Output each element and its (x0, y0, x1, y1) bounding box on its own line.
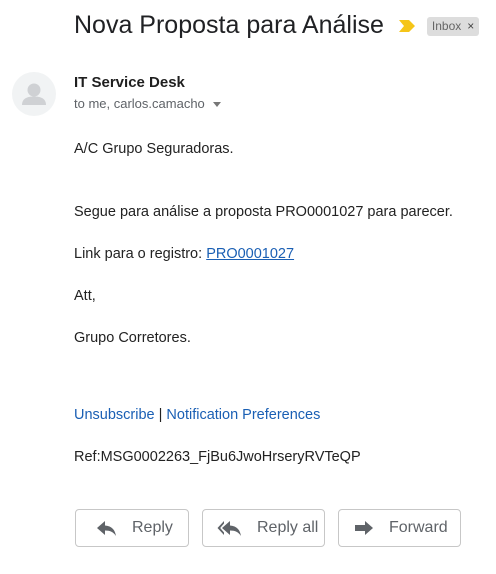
body-signature: Grupo Corretores. (74, 330, 191, 346)
email-subject: Nova Proposta para Análise (74, 11, 384, 39)
footer-links: Unsubscribe | Notification Preferences (74, 406, 320, 424)
body-closing: Att, (74, 288, 96, 304)
forward-button[interactable]: Forward (338, 509, 461, 547)
reply-arrow-icon (96, 519, 118, 537)
reply-all-button[interactable]: Reply all (202, 509, 325, 547)
reply-all-label: Reply all (257, 519, 319, 536)
remove-label-icon[interactable]: × (467, 19, 474, 33)
sender-name: IT Service Desk (74, 74, 185, 91)
reply-all-arrow-icon (217, 519, 243, 537)
message-reference: Ref:MSG0002263_FjBu6JwoHrseryRVTeQP (74, 449, 361, 465)
forward-label: Forward (389, 519, 448, 536)
body-greeting: A/C Grupo Seguradoras. (74, 141, 234, 157)
inbox-label-chip: Inbox × (426, 16, 480, 36)
email-view: Nova Proposta para Análise Inbox × IT Se… (0, 0, 496, 574)
body-link-line: Link para o registro: PRO0001027 (74, 245, 294, 263)
link-prefix: Link para o registro: (74, 246, 207, 262)
show-details-chevron-down-icon[interactable] (212, 101, 221, 107)
body-intro: Segue para análise a proposta PRO0001027… (74, 204, 453, 220)
subject-row: Nova Proposta para Análise Inbox × (74, 8, 480, 42)
inbox-label-text: Inbox (431, 19, 462, 33)
unsubscribe-link[interactable]: Unsubscribe (74, 407, 155, 423)
footer-separator: | (154, 407, 167, 423)
forward-arrow-icon (353, 519, 375, 537)
record-link[interactable]: PRO0001027 (206, 246, 294, 262)
importance-marker-icon[interactable] (398, 19, 416, 33)
reply-button[interactable]: Reply (75, 509, 189, 547)
sender-avatar[interactable] (12, 72, 56, 116)
person-icon (22, 83, 46, 105)
recipients-line: to me, carlos.camacho (74, 96, 221, 112)
notification-preferences-link[interactable]: Notification Preferences (166, 407, 320, 423)
recipients-text: to me, carlos.camacho (74, 96, 205, 111)
reply-label: Reply (132, 519, 173, 536)
